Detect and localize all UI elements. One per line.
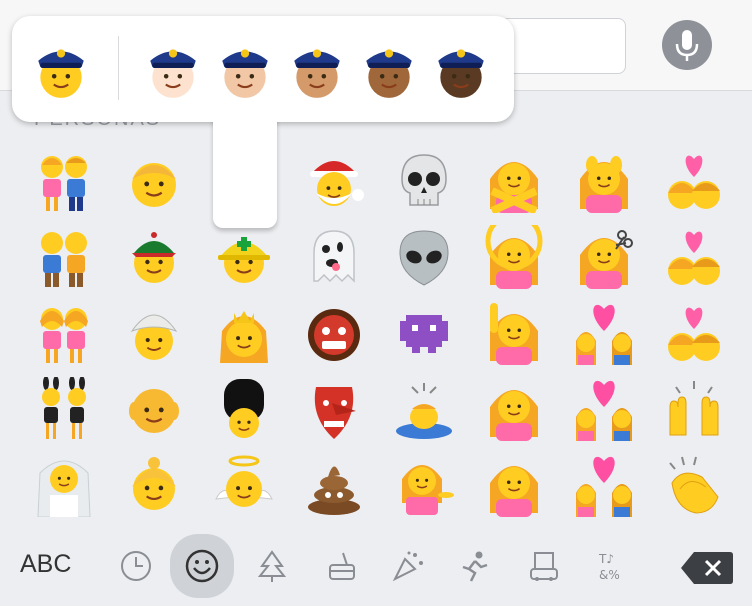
category-food-button[interactable] <box>314 538 370 594</box>
emoji-angel[interactable] <box>204 450 284 520</box>
emoji-ghost[interactable] <box>294 222 374 292</box>
category-bar: ABC T♪ &% <box>0 528 752 606</box>
emoji-ok-gesture-woman[interactable] <box>474 222 554 292</box>
abc-button[interactable]: ABC <box>20 550 71 579</box>
category-symbols-button[interactable]: T♪ &% <box>586 538 642 594</box>
emoji-two-men[interactable] <box>24 222 104 292</box>
policeman-dark-tone[interactable] <box>428 30 494 108</box>
emoji-couple-heart[interactable] <box>564 298 644 368</box>
emoji-man-blond[interactable] <box>114 146 194 216</box>
smileys-icon <box>184 548 220 584</box>
emoji-raising-hands[interactable] <box>654 374 734 444</box>
svg-text:&%: &% <box>599 568 620 582</box>
svg-text:T♪: T♪ <box>598 552 614 566</box>
emoji-santa[interactable] <box>294 146 374 216</box>
policeman-medium-tone[interactable] <box>284 30 350 108</box>
emoji-man-cap[interactable] <box>114 222 194 292</box>
policeman-medium-light-tone[interactable] <box>212 30 278 108</box>
travel-icon <box>527 549 561 583</box>
emoji-face-massage[interactable] <box>564 146 644 216</box>
emoji-clapping-hands[interactable] <box>654 450 734 520</box>
emoji-skull[interactable] <box>384 146 464 216</box>
emoji-goblin[interactable] <box>294 374 374 444</box>
emoji-no-gesture-woman[interactable] <box>474 146 554 216</box>
emoji-woman-pout[interactable] <box>474 374 554 444</box>
emoji-couple-heart-3[interactable] <box>564 450 644 520</box>
emoji-two-women[interactable] <box>24 298 104 368</box>
emoji-keyboard: PERSONAS <box>0 0 752 606</box>
emoji-raising-hand[interactable] <box>474 298 554 368</box>
emoji-space-invader[interactable] <box>384 298 464 368</box>
emoji-couple-heart-2[interactable] <box>564 374 644 444</box>
emoji-ogre[interactable] <box>294 298 374 368</box>
policeman-medium-dark-tone[interactable] <box>356 30 422 108</box>
emoji-frowning-woman[interactable] <box>474 450 554 520</box>
activity-icon <box>457 549 491 583</box>
emoji-old-man[interactable] <box>114 374 194 444</box>
emoji-poop[interactable] <box>294 450 374 520</box>
celebration-icon <box>391 549 425 583</box>
nature-icon <box>255 549 289 583</box>
emoji-bowing-man[interactable] <box>384 374 464 444</box>
emoji-info-desk-woman[interactable] <box>384 450 464 520</box>
emoji-kiss-couple-2[interactable] <box>654 222 734 292</box>
emoji-haircut[interactable] <box>564 222 644 292</box>
emoji-alien[interactable] <box>384 222 464 292</box>
recent-icon <box>119 549 153 583</box>
emoji-man-turban[interactable] <box>114 298 194 368</box>
emoji-old-woman[interactable] <box>114 450 194 520</box>
emoji-worker-helmet[interactable] <box>204 222 284 292</box>
symbols-icon: T♪ &% <box>597 549 631 583</box>
category-smileys-button[interactable] <box>170 534 234 598</box>
emoji-couple[interactable] <box>24 146 104 216</box>
emoji-kiss-couple-3[interactable] <box>654 298 734 368</box>
emoji-kiss-couple[interactable] <box>654 146 734 216</box>
emoji-bunny-girls[interactable] <box>24 374 104 444</box>
backspace-icon <box>681 552 733 584</box>
food-icon <box>325 549 359 583</box>
category-travel-button[interactable] <box>516 538 572 594</box>
category-celebration-button[interactable] <box>380 538 436 594</box>
policeman-light-tone[interactable] <box>140 30 206 108</box>
emoji-guard[interactable] <box>204 374 284 444</box>
category-recent-button[interactable] <box>108 538 164 594</box>
category-activity-button[interactable] <box>446 538 502 594</box>
emoji-princess[interactable] <box>204 298 284 368</box>
category-nature-button[interactable] <box>244 538 300 594</box>
policeman-default-tone[interactable] <box>28 30 94 108</box>
delete-button[interactable] <box>680 550 734 586</box>
emoji-bride[interactable] <box>24 450 104 520</box>
